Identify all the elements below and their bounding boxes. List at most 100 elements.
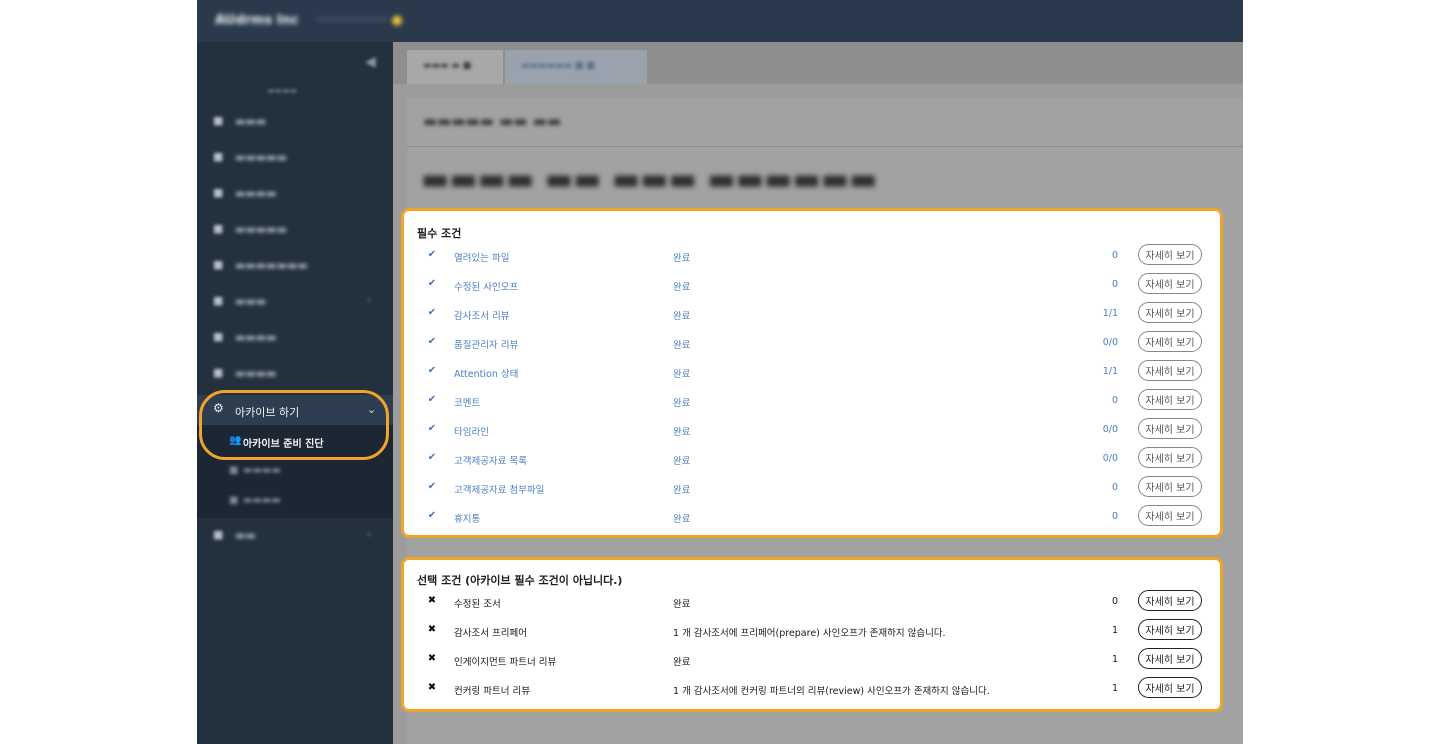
condition-row: ✔ 코멘트 완료 0 자세히 보기	[404, 387, 1220, 416]
condition-row: ✔ Attention 상태 완료 1/1 자세히 보기	[404, 358, 1220, 387]
optional-conditions-card: 선택 조건 (아카이브 필수 조건이 아닙니다.) ✖ 수정된 조서 완료 0 자세히 …	[401, 557, 1223, 712]
condition-status: 완료	[673, 311, 691, 322]
tab-bar: ▬▬▬ ▬ ■ ▬▬▬▬▬▬ ■ ■	[393, 42, 1243, 84]
condition-status: 완료	[673, 485, 691, 496]
condition-status: 완료	[673, 427, 691, 438]
sidebar-submenu: 👥 아카이브 준비 진단 ■ ▬▬▬▬ ■ ▬▬▬▬	[197, 425, 393, 518]
condition-name: 코멘트	[454, 398, 481, 409]
view-detail-button[interactable]: 자세히 보기	[1138, 302, 1202, 323]
condition-row: ✔ 휴지통 완료 0 자세히 보기	[404, 503, 1220, 532]
condition-count: 0/0	[1102, 453, 1118, 464]
x-icon: ✖	[427, 653, 437, 664]
chevron-right-icon: ›	[367, 529, 371, 540]
condition-count: 0	[1111, 482, 1118, 493]
condition-count: 0	[1111, 596, 1118, 607]
condition-name: 품질관리자 리뷰	[454, 340, 519, 351]
users-icon: 👥	[229, 435, 242, 446]
divider	[407, 146, 1243, 147]
condition-row: ✖ 감사조서 프리페어 1 개 감사조서에 프리페어(prepare) 사인오프가 …	[404, 617, 1220, 646]
sidebar-item[interactable]: ■ ▬▬▬▬	[197, 359, 393, 389]
condition-status: 1 개 감사조서에 컨커링 파트너의 리뷰(review) 사인오프가 존재하지…	[673, 686, 990, 697]
condition-row: ✖ 수정된 조서 완료 0 자세히 보기	[404, 588, 1220, 617]
view-detail-button[interactable]: 자세히 보기	[1138, 244, 1202, 265]
view-detail-button[interactable]: 자세히 보기	[1138, 476, 1202, 497]
sidebar-item-archive[interactable]: ⚙ 아카이브 하기 ⌄	[197, 395, 393, 425]
sidebar-item[interactable]: ■ ▬▬▬▬▬	[197, 215, 393, 245]
sidebar-item[interactable]: ■ ▬▬▬▬	[197, 179, 393, 209]
condition-status: 완료	[673, 599, 691, 610]
condition-status: 1 개 감사조서에 프리페어(prepare) 사인오프가 존재하지 않습니다.	[673, 628, 946, 639]
condition-count: 1/1	[1102, 308, 1118, 319]
condition-name: 타임라인	[454, 427, 489, 438]
menu-icon: ■	[213, 294, 224, 307]
sidebar-subitem-label: 아카이브 준비 진단	[243, 439, 324, 450]
check-icon: ✔	[427, 510, 437, 521]
top-bar: AUdrms Inc ················· ●	[197, 0, 1243, 42]
view-detail-button[interactable]: 자세히 보기	[1138, 505, 1202, 526]
view-detail-button[interactable]: 자세히 보기	[1138, 331, 1202, 352]
condition-name: 수정된 조서	[454, 599, 501, 610]
card-title: 필수 조건	[417, 227, 462, 240]
brand-logo: AUdrms Inc	[215, 13, 299, 28]
condition-row: ✔ 수정된 사인오프 완료 0 자세히 보기	[404, 271, 1220, 300]
view-detail-button[interactable]: 자세히 보기	[1138, 389, 1202, 410]
check-icon: ✔	[427, 394, 437, 405]
condition-count: 0	[1111, 395, 1118, 406]
condition-status: 완료	[673, 456, 691, 467]
chevron-right-icon: ›	[367, 295, 371, 306]
menu-icon: ■	[213, 528, 224, 541]
condition-row: ✔ 감사조서 리뷰 완료 1/1 자세히 보기	[404, 300, 1220, 329]
check-icon: ✔	[427, 278, 437, 289]
view-detail-button[interactable]: 자세히 보기	[1138, 590, 1202, 611]
condition-count: 1/1	[1102, 366, 1118, 377]
check-icon: ✔	[427, 365, 437, 376]
sidebar-collapse-icon[interactable]: ◀	[365, 54, 376, 70]
view-detail-button[interactable]: 자세히 보기	[1138, 360, 1202, 381]
x-icon: ✖	[427, 595, 437, 606]
menu-icon: ■	[213, 114, 224, 127]
sidebar-subitem-archive-diagnosis[interactable]: 👥 아카이브 준비 진단	[197, 428, 393, 456]
condition-status: 완료	[673, 398, 691, 409]
sidebar-item[interactable]: ■ ▬▬ ›	[197, 521, 393, 551]
condition-status: 완료	[673, 340, 691, 351]
view-detail-button[interactable]: 자세히 보기	[1138, 648, 1202, 669]
condition-status: 완료	[673, 657, 691, 668]
condition-row: ✔ 열려있는 파일 완료 0 자세히 보기	[404, 242, 1220, 271]
view-detail-button[interactable]: 자세히 보기	[1138, 677, 1202, 698]
check-icon: ✔	[427, 307, 437, 318]
breadcrumb: ················· ●	[317, 13, 403, 28]
condition-count: 0/0	[1102, 337, 1118, 348]
menu-icon: ■	[213, 330, 224, 343]
condition-status: 완료	[673, 369, 691, 380]
condition-status: 완료	[673, 253, 691, 264]
menu-icon: ■	[213, 258, 224, 271]
tab-item[interactable]: ▬▬▬ ▬ ■	[407, 50, 503, 84]
condition-row: ✔ 품질관리자 리뷰 완료 0/0 자세히 보기	[404, 329, 1220, 358]
sidebar-item[interactable]: ■ ▬▬▬	[197, 107, 393, 137]
view-detail-button[interactable]: 자세히 보기	[1138, 273, 1202, 294]
view-detail-button[interactable]: 자세히 보기	[1138, 418, 1202, 439]
menu-icon: ■	[213, 366, 224, 379]
condition-name: 수정된 사인오프	[454, 282, 519, 293]
tab-item[interactable]: ▬▬▬▬▬▬ ■ ■	[505, 50, 647, 84]
sidebar-item[interactable]: ■ ▬▬▬▬▬	[197, 143, 393, 173]
condition-count: 0/0	[1102, 424, 1118, 435]
sidebar-item[interactable]: ■ ▬▬▬▬	[197, 323, 393, 353]
required-conditions-card: 필수 조건 ✔ 열려있는 파일 완료 0 자세히 보기 ✔ 수정된 사인오프 완료 0 자세히 보…	[401, 208, 1223, 538]
sidebar-item[interactable]: ■ ▬▬▬ ›	[197, 287, 393, 317]
sidebar-item[interactable]: ■ ▬▬▬▬▬▬▬	[197, 251, 393, 281]
condition-row: ✖ 인게이지먼트 파트너 리뷰 완료 1 자세히 보기	[404, 646, 1220, 675]
sidebar-subitem[interactable]: ■ ▬▬▬▬	[197, 488, 393, 516]
condition-name: 감사조서 리뷰	[454, 311, 510, 322]
check-icon: ✔	[427, 249, 437, 260]
condition-count: 0	[1111, 250, 1118, 261]
view-detail-button[interactable]: 자세히 보기	[1138, 619, 1202, 640]
view-detail-button[interactable]: 자세히 보기	[1138, 447, 1202, 468]
condition-name: 고객제공자료 목록	[454, 456, 527, 467]
condition-status: 완료	[673, 282, 691, 293]
status-headline: ▬▬▬▬ ▬▬ ▬▬▬ ▬▬▬▬▬▬	[421, 162, 878, 197]
chevron-down-icon: ⌄	[367, 403, 377, 416]
condition-count: 1	[1111, 625, 1118, 636]
sidebar-subitem[interactable]: ■ ▬▬▬▬	[197, 458, 393, 486]
menu-icon: ■	[213, 186, 224, 199]
